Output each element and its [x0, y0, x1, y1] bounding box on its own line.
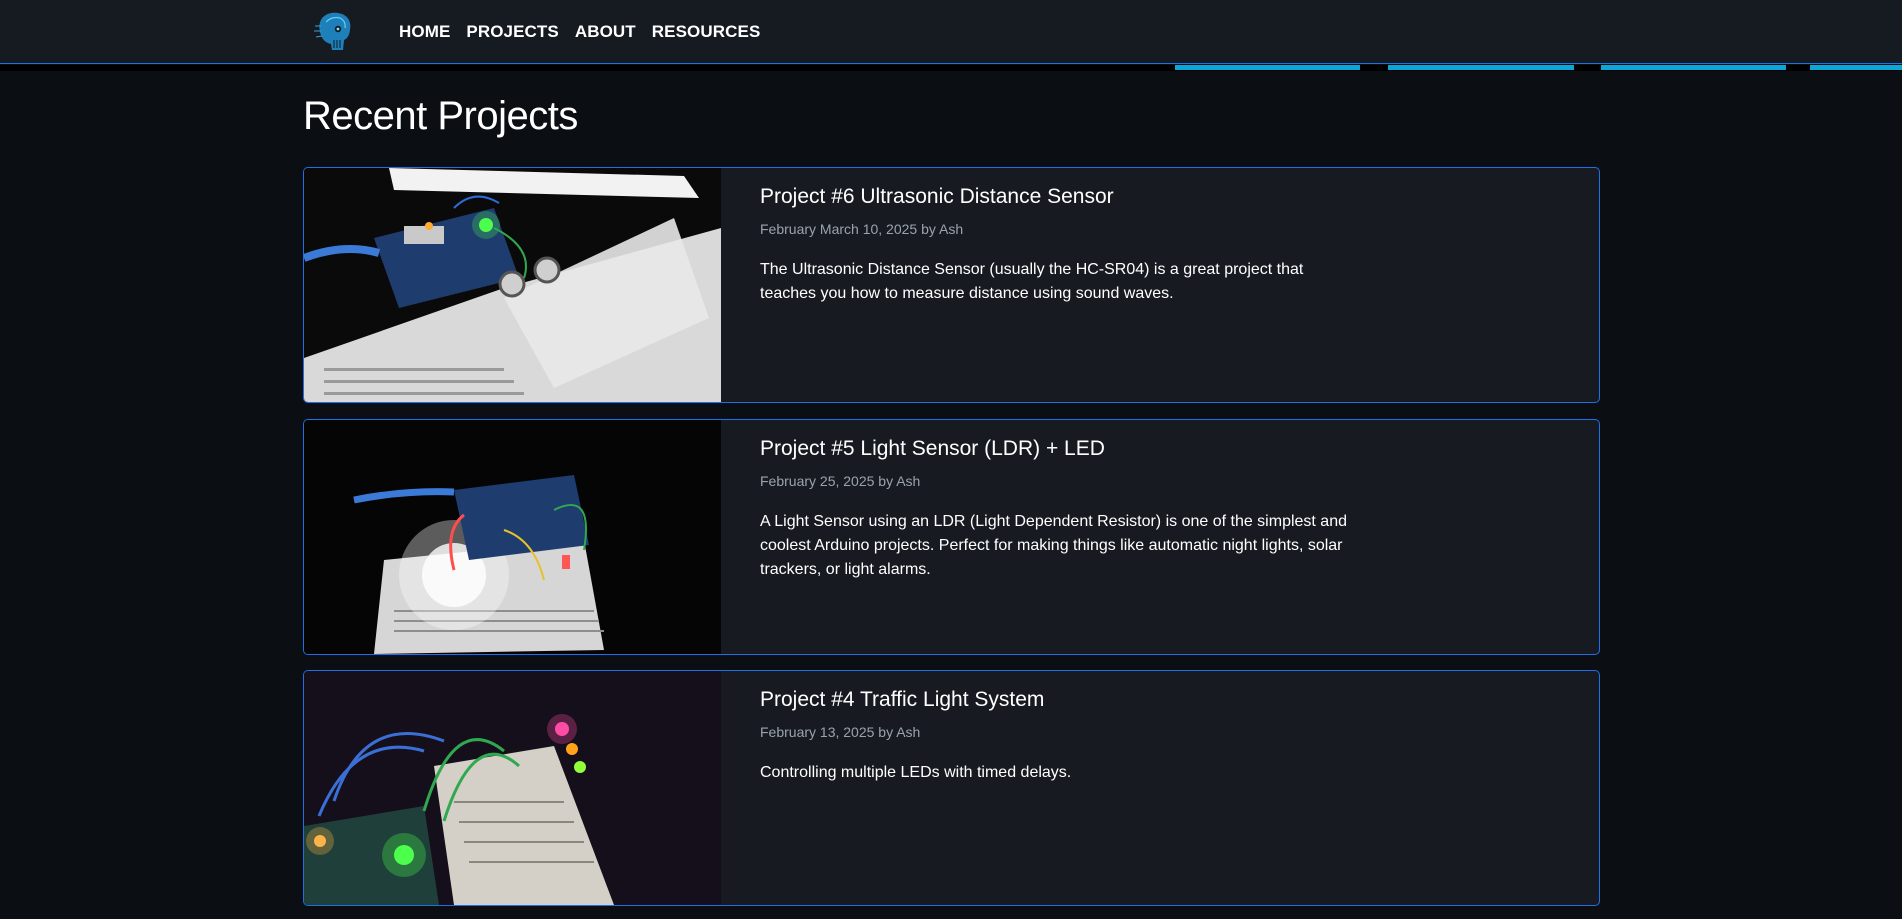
project-title[interactable]: Project #6 Ultrasonic Distance Sensor [760, 185, 1114, 209]
strip-segment [1175, 65, 1360, 70]
header-accent-strip [0, 65, 1902, 71]
project-description: A Light Sensor using an LDR (Light Depen… [760, 513, 1347, 578]
strip-segment [1601, 65, 1786, 70]
main-nav: HOME PROJECTS ABOUT RESOURCES [399, 22, 760, 42]
project-card-6[interactable]: Project #6 Ultrasonic Distance Sensor Fe… [303, 167, 1600, 403]
page-title: Recent Projects [303, 94, 578, 138]
project-title[interactable]: Project #4 Traffic Light System [760, 688, 1044, 712]
robot-skull-icon[interactable] [312, 10, 358, 54]
nav-home[interactable]: HOME [399, 22, 450, 42]
project-title[interactable]: Project #5 Light Sensor (LDR) + LED [760, 437, 1105, 461]
strip-segment [1388, 65, 1574, 70]
project-card-4[interactable]: Project #4 Traffic Light System February… [303, 670, 1600, 906]
project-thumbnail-traffic-light[interactable] [304, 671, 721, 905]
project-card-5[interactable]: Project #5 Light Sensor (LDR) + LED Febr… [303, 419, 1600, 655]
project-thumbnail-ultrasonic[interactable] [304, 168, 721, 402]
project-meta: February March 10, 2025 by Ash [760, 221, 964, 237]
nav-projects[interactable]: PROJECTS [466, 22, 558, 42]
project-meta: February 25, 2025 by Ash [760, 473, 921, 489]
nav-about[interactable]: ABOUT [575, 22, 636, 42]
project-thumbnail-ldr[interactable] [304, 420, 721, 654]
project-description: The Ultrasonic Distance Sensor (usually … [760, 261, 1304, 302]
site-header: HOME PROJECTS ABOUT RESOURCES [0, 0, 1902, 64]
nav-resources[interactable]: RESOURCES [652, 22, 761, 42]
project-meta: February 13, 2025 by Ash [760, 724, 921, 740]
project-description: Controlling multiple LEDs with timed del… [760, 764, 1072, 781]
strip-segment [1810, 65, 1902, 70]
